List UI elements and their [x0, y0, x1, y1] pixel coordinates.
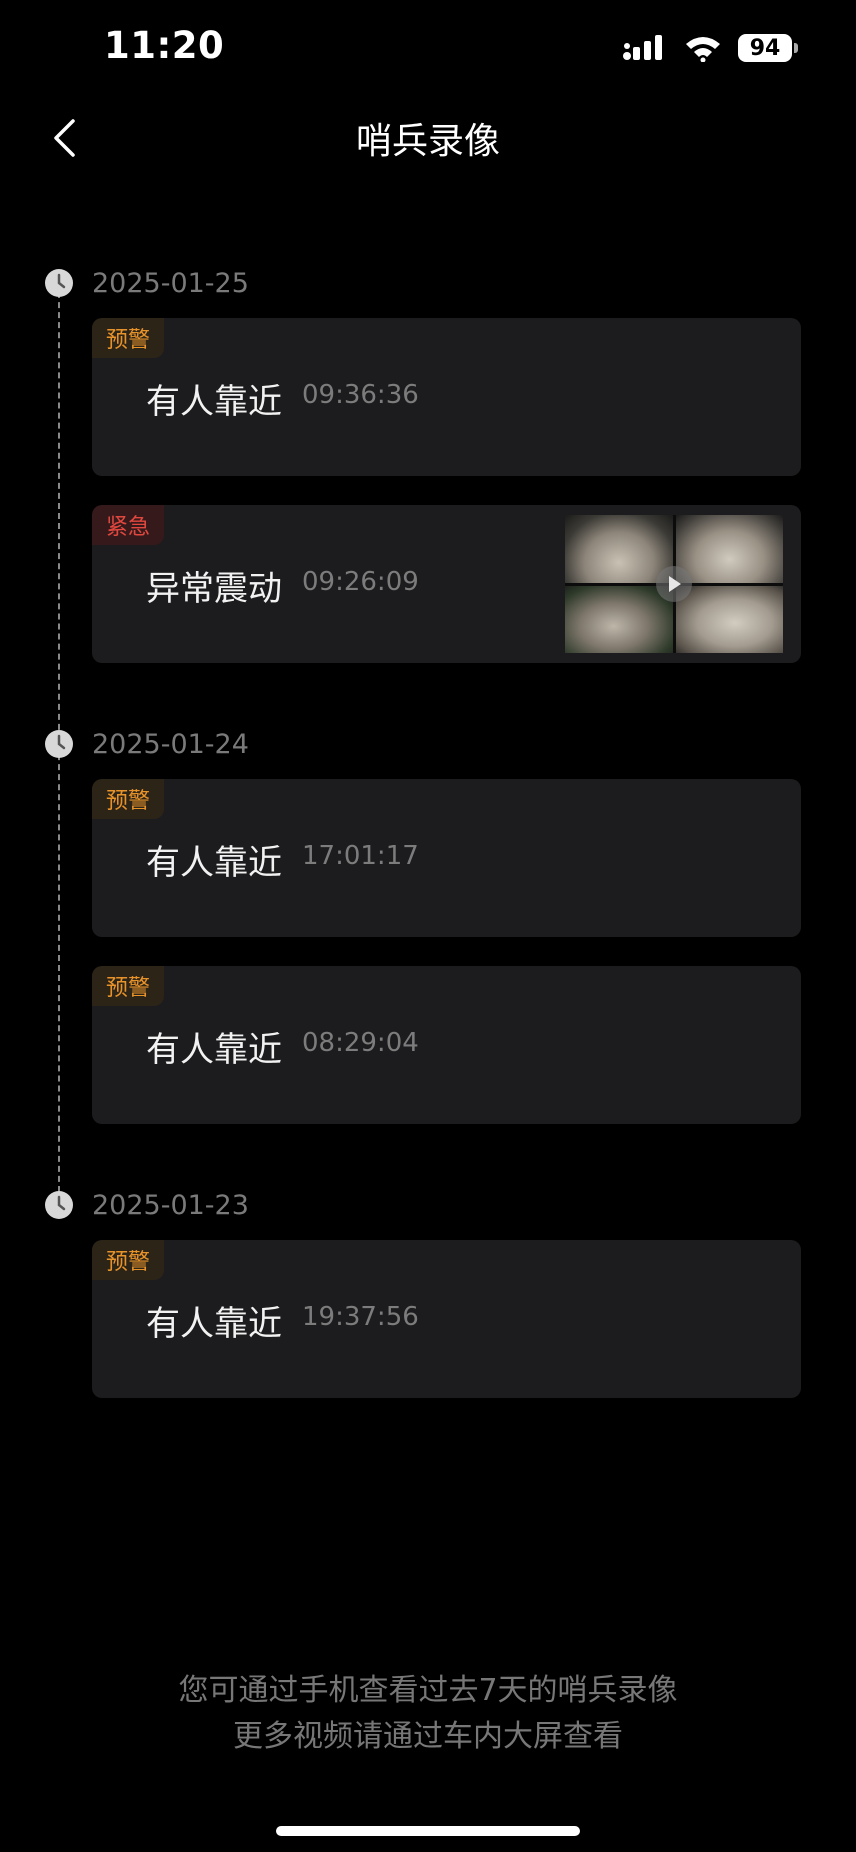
date-header: 2025-01-23: [44, 1188, 249, 1222]
event-card[interactable]: 预警 有人靠近 08:29:04: [92, 966, 801, 1124]
event-card[interactable]: 预警 有人靠近 09:36:36: [92, 318, 801, 476]
play-icon[interactable]: [656, 566, 692, 602]
clock-icon: [45, 269, 73, 297]
event-time: 19:37:56: [302, 1302, 419, 1332]
cellular-signal-icon: [623, 35, 662, 60]
event-title: 异常震动: [146, 569, 282, 609]
date-header: 2025-01-24: [44, 727, 249, 761]
page-title: 哨兵录像: [355, 121, 500, 162]
warning-badge: 预警: [92, 318, 164, 358]
event-title: 有人靠近: [146, 1030, 282, 1070]
camera-view-rear: [675, 515, 783, 583]
warning-badge: 预警: [92, 779, 164, 819]
date-label: 2025-01-25: [92, 267, 249, 299]
event-time: 17:01:17: [302, 841, 419, 871]
battery-indicator: 94: [738, 34, 798, 62]
warning-badge: 预警: [92, 1240, 164, 1280]
video-thumbnail[interactable]: [565, 515, 783, 653]
footer-line-1: 您可通过手机查看过去7天的哨兵录像: [178, 1673, 678, 1708]
footer-line-2: 更多视频请通过车内大屏查看: [233, 1719, 623, 1754]
date-label: 2025-01-23: [92, 1189, 249, 1221]
status-icons: 94: [622, 34, 798, 62]
event-time: 09:26:09: [302, 567, 419, 597]
status-time: 11:20: [104, 24, 225, 67]
event-title: 有人靠近: [146, 843, 282, 883]
warning-badge: 预警: [92, 966, 164, 1006]
camera-view-front: [565, 515, 673, 583]
event-time: 09:36:36: [302, 380, 419, 410]
nav-bar: 哨兵录像: [0, 100, 856, 180]
event-title: 有人靠近: [146, 382, 282, 422]
urgent-badge: 紧急: [92, 505, 164, 545]
clock-icon: [45, 1191, 73, 1219]
event-time: 08:29:04: [302, 1028, 419, 1058]
status-bar: 11:20 94: [0, 0, 856, 100]
camera-view-right: [675, 585, 783, 653]
event-card[interactable]: 预警 有人靠近 19:37:56: [92, 1240, 801, 1398]
event-card[interactable]: 紧急 异常震动 09:26:09: [92, 505, 801, 663]
home-indicator[interactable]: [276, 1826, 580, 1836]
clock-icon: [45, 730, 73, 758]
event-card[interactable]: 预警 有人靠近 17:01:17: [92, 779, 801, 937]
event-title: 有人靠近: [146, 1304, 282, 1344]
camera-view-left: [565, 585, 673, 653]
date-label: 2025-01-24: [92, 728, 249, 760]
wifi-icon: [686, 37, 720, 62]
footer-note: 您可通过手机查看过去7天的哨兵录像 更多视频请通过车内大屏查看: [0, 1668, 856, 1760]
date-header: 2025-01-25: [44, 266, 249, 300]
